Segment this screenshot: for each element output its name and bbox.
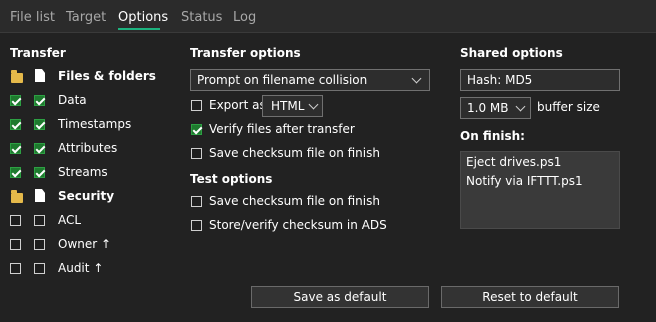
- attributes-file-checkbox[interactable]: [34, 143, 45, 154]
- reset-to-default-button[interactable]: Reset to default: [441, 286, 619, 308]
- owner-text: Owner: [58, 237, 98, 251]
- streams-file-checkbox[interactable]: [34, 167, 45, 178]
- tab-log[interactable]: Log: [233, 10, 256, 25]
- security-label: Security: [58, 189, 115, 203]
- buffer-size-value: 1.0 MB: [467, 101, 509, 115]
- test-save-checksum-checkbox[interactable]: [191, 196, 202, 207]
- transfer-options-heading: Transfer options: [190, 46, 301, 60]
- timestamps-label: Timestamps: [58, 117, 132, 131]
- store-verify-ads-label: Store/verify checksum in ADS: [209, 218, 387, 232]
- audit-file-checkbox[interactable]: [34, 263, 45, 274]
- collision-dropdown[interactable]: Prompt on filename collision: [190, 69, 430, 91]
- shared-options-heading: Shared options: [460, 46, 563, 60]
- export-checkbox[interactable]: [191, 100, 202, 111]
- hash-value: Hash: MD5: [467, 73, 533, 87]
- attributes-folder-checkbox[interactable]: [10, 143, 21, 154]
- save-as-default-button[interactable]: Save as default: [251, 286, 429, 308]
- tab-target[interactable]: Target: [66, 10, 106, 25]
- active-tab-indicator: [118, 28, 160, 30]
- elevation-icon: ↑: [101, 237, 112, 251]
- owner-folder-checkbox[interactable]: [10, 239, 21, 250]
- export-format-dropdown[interactable]: HTML: [262, 95, 323, 117]
- timestamps-folder-checkbox[interactable]: [10, 119, 21, 130]
- audit-folder-checkbox[interactable]: [10, 263, 21, 274]
- owner-label: Owner ↑: [58, 237, 111, 251]
- acl-label: ACL: [58, 213, 82, 227]
- collision-value: Prompt on filename collision: [197, 73, 368, 87]
- chevron-down-icon: [515, 101, 526, 112]
- on-finish-item[interactable]: Notify via IFTTT.ps1: [466, 174, 583, 188]
- streams-label: Streams: [58, 165, 108, 179]
- tab-file-list[interactable]: File list: [10, 10, 55, 25]
- attributes-label: Attributes: [58, 141, 118, 155]
- options-panel: Transfer Files & folders Data Timestamps…: [0, 33, 656, 322]
- save-checksum-checkbox[interactable]: [191, 148, 202, 159]
- save-checksum-label: Save checksum file on finish: [209, 146, 380, 160]
- on-finish-label: On finish:: [460, 129, 525, 143]
- test-options-heading: Test options: [190, 172, 273, 186]
- verify-label: Verify files after transfer: [209, 122, 355, 136]
- audit-text: Audit: [58, 261, 90, 275]
- verify-checkbox[interactable]: [191, 124, 202, 135]
- acl-folder-checkbox[interactable]: [10, 215, 21, 226]
- files-folders-label: Files & folders: [58, 69, 156, 83]
- hash-field[interactable]: Hash: MD5: [460, 69, 620, 91]
- acl-file-checkbox[interactable]: [34, 215, 45, 226]
- tab-bar: File list Target Options Status Log: [0, 0, 656, 33]
- chevron-down-icon: [308, 99, 319, 110]
- buffer-size-label: buffer size: [537, 100, 600, 114]
- on-finish-item[interactable]: Eject drives.ps1: [466, 155, 561, 169]
- audit-label: Audit ↑: [58, 261, 103, 275]
- export-label: Export as: [209, 98, 266, 112]
- on-finish-list[interactable]: Eject drives.ps1 Notify via IFTTT.ps1: [460, 151, 620, 229]
- data-label: Data: [58, 93, 87, 107]
- tab-status[interactable]: Status: [181, 10, 222, 25]
- store-verify-ads-checkbox[interactable]: [191, 220, 202, 231]
- elevation-icon: ↑: [93, 261, 104, 275]
- streams-folder-checkbox[interactable]: [10, 167, 21, 178]
- export-format-value: HTML: [271, 99, 305, 113]
- chevron-down-icon: [411, 73, 422, 84]
- file-icon: [35, 189, 45, 202]
- test-save-checksum-label: Save checksum file on finish: [209, 194, 380, 208]
- buffer-size-dropdown[interactable]: 1.0 MB: [460, 97, 531, 119]
- file-icon: [35, 69, 45, 82]
- timestamps-file-checkbox[interactable]: [34, 119, 45, 130]
- tab-options[interactable]: Options: [118, 10, 168, 25]
- transfer-heading: Transfer: [10, 46, 66, 60]
- data-folder-checkbox[interactable]: [10, 95, 21, 106]
- owner-file-checkbox[interactable]: [34, 239, 45, 250]
- folder-icon: [11, 190, 23, 203]
- folder-icon: [11, 70, 23, 83]
- data-file-checkbox[interactable]: [34, 95, 45, 106]
